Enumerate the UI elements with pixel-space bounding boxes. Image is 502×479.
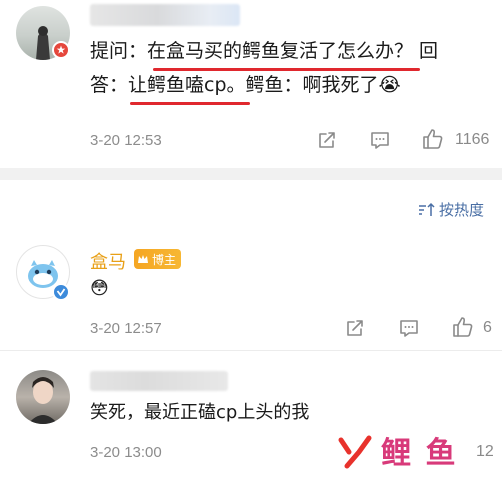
comment-text: 😳	[90, 278, 109, 299]
author-name-blurred[interactable]	[90, 4, 240, 26]
sort-toggle[interactable]: 按热度	[418, 199, 484, 220]
sort-label: 按热度	[439, 201, 485, 219]
post-text-line1: 提问：在盒马买的鳄鱼复活了怎么办？ 回	[90, 40, 439, 62]
hema-name[interactable]: 盒马	[90, 248, 126, 274]
share-icon[interactable]	[344, 317, 366, 339]
watermark-logo: 鲤 鱼	[335, 428, 457, 472]
post-time: 3-20 12:53	[90, 132, 162, 149]
like-count: 6	[483, 319, 492, 336]
blogger-badge: 博主	[134, 249, 182, 269]
highlight-underline-1	[153, 68, 420, 71]
comment-divider	[0, 350, 502, 351]
like-count: 12	[476, 443, 494, 460]
share-icon[interactable]	[316, 129, 338, 151]
comment-text: 笑死，最近正磕cp上头的我	[90, 402, 310, 423]
verified-blue-icon	[52, 283, 70, 301]
avatar-photo	[28, 377, 58, 424]
like-icon[interactable]	[451, 315, 475, 339]
like-count: 1166	[455, 131, 490, 148]
crown-icon	[138, 255, 148, 263]
blogger-badge-label: 博主	[152, 252, 177, 267]
commenter-avatar[interactable]	[16, 370, 70, 424]
comment-icon[interactable]	[398, 317, 420, 339]
verified-badge-icon	[52, 41, 70, 59]
watermark-flame-icon	[338, 435, 372, 469]
comment-time: 3-20 13:00	[90, 444, 162, 461]
section-divider	[0, 168, 502, 180]
comment-icon[interactable]	[369, 129, 391, 151]
comment-time: 3-20 12:57	[90, 320, 162, 337]
sort-icon	[419, 202, 435, 216]
highlight-underline-2	[130, 102, 250, 105]
like-icon[interactable]	[421, 127, 445, 151]
commenter-name-blurred[interactable]	[90, 371, 228, 391]
post-text-line2: 答：让鳄鱼嗑cp。鳄鱼：啊我死了😭	[90, 74, 401, 96]
watermark-text: 鲤 鱼	[381, 436, 458, 471]
